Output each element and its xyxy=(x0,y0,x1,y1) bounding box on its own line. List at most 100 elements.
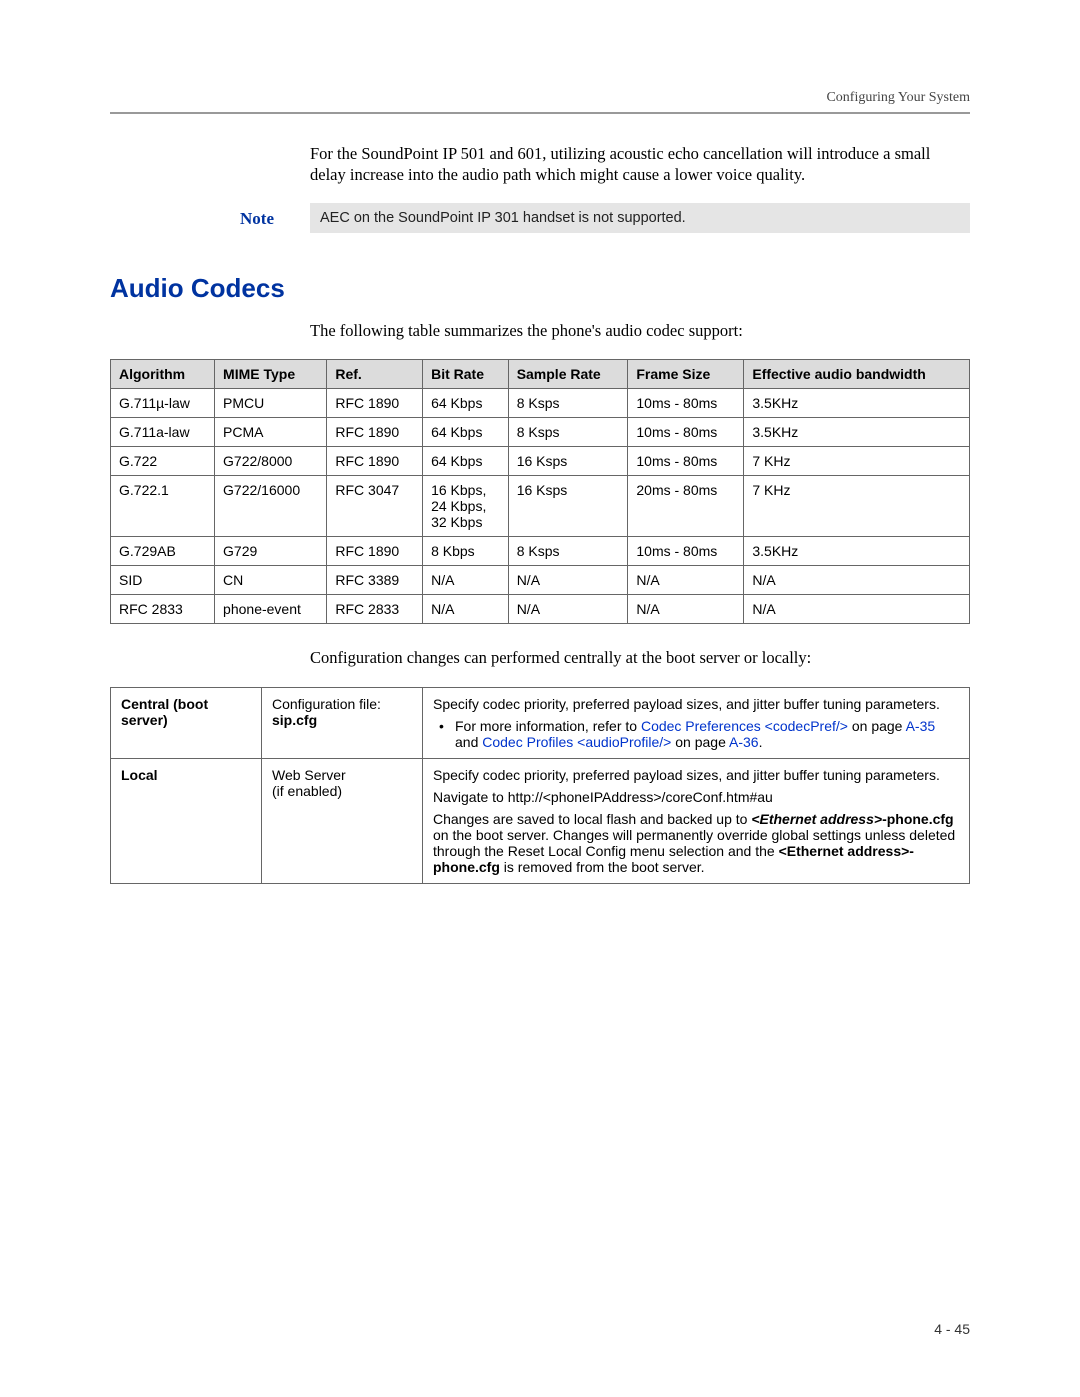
page-number: 4 - 45 xyxy=(934,1321,970,1337)
codec-row: G.729ABG729RFC 18908 Kbps8 Ksps10ms - 80… xyxy=(111,537,970,566)
codec-cell-bitrate: 16 Kbps,24 Kbps,32 Kbps xyxy=(423,476,509,537)
codec-cell-mime: G729 xyxy=(215,537,327,566)
config-central-label: Central (boot server) xyxy=(111,688,262,759)
th-mime: MIME Type xyxy=(215,360,327,389)
note-body: AEC on the SoundPoint IP 301 handset is … xyxy=(310,203,970,233)
codec-cell-sample: 16 Ksps xyxy=(508,447,628,476)
codec-cell-mime: G722/16000 xyxy=(215,476,327,537)
codec-cell-bitrate: 64 Kbps xyxy=(423,447,509,476)
codec-cell-bitrate: N/A xyxy=(423,566,509,595)
link-page-a35[interactable]: A-35 xyxy=(906,718,936,734)
page: Configuring Your System For the SoundPoi… xyxy=(0,0,1080,1397)
central-desc-bullet: For more information, refer to Codec Pre… xyxy=(433,718,959,750)
codec-cell-algorithm: G.722 xyxy=(111,447,215,476)
config-local-method: Web Server (if enabled) xyxy=(262,759,423,884)
codec-cell-algorithm: G.711µ-law xyxy=(111,389,215,418)
config-row-local: Local Web Server (if enabled) Specify co… xyxy=(111,759,970,884)
codec-cell-sample: 8 Ksps xyxy=(508,389,628,418)
central-bullet-end: . xyxy=(759,734,763,750)
link-codec-profiles[interactable]: Codec Profiles <audioProfile/> xyxy=(482,734,671,750)
link-page-a36[interactable]: A-36 xyxy=(729,734,759,750)
codec-cell-algorithm: G.729AB xyxy=(111,537,215,566)
codec-cell-ref: RFC 3047 xyxy=(327,476,423,537)
codec-cell-framesize: 10ms - 80ms xyxy=(628,447,744,476)
codec-row: G.711µ-lawPMCURFC 189064 Kbps8 Ksps10ms … xyxy=(111,389,970,418)
config-row-central: Central (boot server) Configuration file… xyxy=(111,688,970,759)
config-central-desc: Specify codec priority, preferred payloa… xyxy=(423,688,970,759)
local-desc1: Specify codec priority, preferred payloa… xyxy=(433,767,959,783)
intro-paragraph: For the SoundPoint IP 501 and 601, utili… xyxy=(310,144,970,185)
config-central-method: Configuration file: sip.cfg xyxy=(262,688,423,759)
codec-table: Algorithm MIME Type Ref. Bit Rate Sample… xyxy=(110,359,970,624)
codec-cell-ref: RFC 1890 xyxy=(327,418,423,447)
th-bitrate: Bit Rate xyxy=(423,360,509,389)
central-bullet-post: on page xyxy=(671,734,729,750)
codec-cell-mime: CN xyxy=(215,566,327,595)
central-bullet-mid: on page xyxy=(848,718,906,734)
codec-cell-bandwidth: 7 KHz xyxy=(744,476,970,537)
note-block: Note AEC on the SoundPoint IP 301 handse… xyxy=(240,203,970,233)
codec-cell-ref: RFC 1890 xyxy=(327,537,423,566)
local-method-line2: (if enabled) xyxy=(272,783,342,799)
codec-cell-bitrate: N/A xyxy=(423,595,509,624)
note-label: Note xyxy=(240,203,310,229)
codec-cell-bandwidth: N/A xyxy=(744,595,970,624)
codec-cell-bandwidth: N/A xyxy=(744,566,970,595)
codec-cell-bitrate: 64 Kbps xyxy=(423,418,509,447)
local-desc3-post: is removed from the boot server. xyxy=(500,859,705,875)
th-framesize: Frame Size xyxy=(628,360,744,389)
codec-cell-bandwidth: 7 KHz xyxy=(744,447,970,476)
codec-cell-mime: G722/8000 xyxy=(215,447,327,476)
codec-cell-sample: 8 Ksps xyxy=(508,537,628,566)
codec-cell-framesize: 10ms - 80ms xyxy=(628,418,744,447)
central-label-text: Central (boot server) xyxy=(121,696,208,728)
codec-cell-mime: phone-event xyxy=(215,595,327,624)
codec-row: G.711a-lawPCMARFC 189064 Kbps8 Ksps10ms … xyxy=(111,418,970,447)
central-method-file: sip.cfg xyxy=(272,712,317,728)
link-codec-preferences[interactable]: Codec Preferences <codecPref/> xyxy=(641,718,848,734)
codec-cell-framesize: 20ms - 80ms xyxy=(628,476,744,537)
config-table: Central (boot server) Configuration file… xyxy=(110,687,970,884)
central-bullet-and: and xyxy=(455,734,482,750)
codec-cell-framesize: N/A xyxy=(628,595,744,624)
codec-cell-framesize: 10ms - 80ms xyxy=(628,537,744,566)
codec-row: G.722.1G722/16000RFC 304716 Kbps,24 Kbps… xyxy=(111,476,970,537)
local-desc3: Changes are saved to local flash and bac… xyxy=(433,811,959,875)
codec-cell-framesize: 10ms - 80ms xyxy=(628,389,744,418)
codec-cell-ref: RFC 2833 xyxy=(327,595,423,624)
codec-cell-bandwidth: 3.5KHz xyxy=(744,537,970,566)
codec-cell-mime: PCMA xyxy=(215,418,327,447)
local-label-text: Local xyxy=(121,767,158,783)
codec-cell-bandwidth: 3.5KHz xyxy=(744,389,970,418)
central-desc-intro: Specify codec priority, preferred payloa… xyxy=(433,696,959,712)
codec-cell-framesize: N/A xyxy=(628,566,744,595)
codec-cell-sample: 16 Ksps xyxy=(508,476,628,537)
codec-cell-ref: RFC 1890 xyxy=(327,447,423,476)
codec-row: G.722G722/8000RFC 189064 Kbps16 Ksps10ms… xyxy=(111,447,970,476)
codec-cell-ref: RFC 3389 xyxy=(327,566,423,595)
local-method-line1: Web Server xyxy=(272,767,346,783)
local-desc3-b1: -phone.cfg xyxy=(882,811,954,827)
codec-cell-bitrate: 64 Kbps xyxy=(423,389,509,418)
codec-cell-algorithm: G.722.1 xyxy=(111,476,215,537)
codec-cell-algorithm: SID xyxy=(111,566,215,595)
th-sample: Sample Rate xyxy=(508,360,628,389)
codec-cell-sample: N/A xyxy=(508,595,628,624)
header-rule xyxy=(110,112,970,114)
central-method-line1: Configuration file: xyxy=(272,696,381,712)
codec-cell-sample: 8 Ksps xyxy=(508,418,628,447)
table-intro: The following table summarizes the phone… xyxy=(310,321,970,342)
codec-cell-bitrate: 8 Kbps xyxy=(423,537,509,566)
config-local-desc: Specify codec priority, preferred payloa… xyxy=(423,759,970,884)
codec-row: SIDCNRFC 3389N/AN/AN/AN/A xyxy=(111,566,970,595)
config-local-label: Local xyxy=(111,759,262,884)
local-desc3-pre: Changes are saved to local flash and bac… xyxy=(433,811,751,827)
codec-cell-sample: N/A xyxy=(508,566,628,595)
local-desc2: Navigate to http://<phoneIPAddress>/core… xyxy=(433,789,959,805)
codec-cell-mime: PMCU xyxy=(215,389,327,418)
running-header: Configuring Your System xyxy=(110,90,970,112)
th-ref: Ref. xyxy=(327,360,423,389)
codec-cell-algorithm: G.711a-law xyxy=(111,418,215,447)
codec-cell-ref: RFC 1890 xyxy=(327,389,423,418)
codec-header-row: Algorithm MIME Type Ref. Bit Rate Sample… xyxy=(111,360,970,389)
